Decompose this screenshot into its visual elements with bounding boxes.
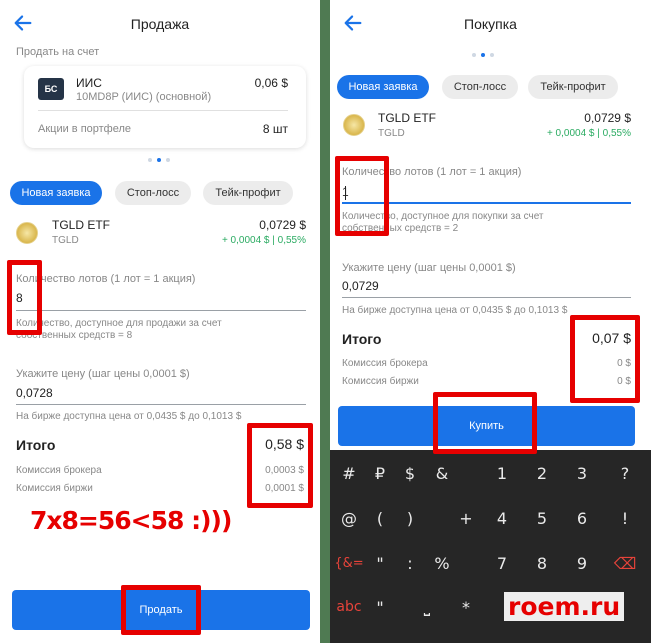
key[interactable]: $ bbox=[393, 458, 427, 488]
exchange-fee-label: Комиссия биржи bbox=[342, 376, 419, 387]
page-title: Покупка bbox=[464, 16, 517, 32]
highlight-lots bbox=[7, 260, 42, 335]
price-input[interactable]: 0,0729 bbox=[342, 279, 379, 293]
key[interactable]: # bbox=[332, 458, 366, 488]
price-input-underline bbox=[342, 297, 631, 298]
annotation-text: 7x8=56<58 :))) bbox=[30, 506, 232, 535]
instrument-price: 0,0729 $ bbox=[259, 218, 306, 232]
tab-new-order[interactable]: Новая заявка bbox=[337, 75, 429, 99]
exchange-range: На бирже доступна цена от 0,0435 $ до 0,… bbox=[16, 411, 242, 422]
pager-dot bbox=[148, 158, 152, 162]
tab-take-profit[interactable]: Тейк-профит bbox=[528, 75, 618, 99]
shares-value: 8 шт bbox=[262, 122, 288, 136]
highlight-total bbox=[570, 315, 640, 403]
key[interactable]: ) bbox=[393, 503, 427, 533]
total-label: Итого bbox=[342, 331, 382, 347]
key[interactable]: ? bbox=[608, 458, 642, 488]
pager-dot bbox=[490, 53, 494, 57]
account-badge: БС bbox=[38, 78, 64, 100]
tab-stop-loss[interactable]: Стоп-лосс bbox=[115, 181, 191, 205]
instrument-name: TGLD ETF bbox=[52, 218, 111, 232]
exchange-fee-label: Комиссия биржи bbox=[16, 483, 93, 494]
key[interactable]: 4 bbox=[485, 503, 519, 533]
key[interactable]: ( bbox=[363, 503, 397, 533]
key[interactable]: " bbox=[363, 592, 397, 622]
price-input-underline bbox=[16, 404, 306, 405]
backspace-key-icon[interactable]: ⌫ bbox=[608, 548, 642, 578]
lots-label: Количество лотов (1 лот = 1 акция) bbox=[16, 273, 196, 285]
change-percent: 0,55% bbox=[277, 235, 306, 246]
key[interactable]: % bbox=[425, 548, 459, 578]
exchange-range: На бирже доступна цена от 0,0435 $ до 0,… bbox=[342, 305, 568, 316]
price-input[interactable]: 0,0728 bbox=[16, 386, 53, 400]
tab-new-order[interactable]: Новая заявка bbox=[10, 181, 102, 205]
key[interactable]: & bbox=[425, 458, 459, 488]
shares-label: Акции в портфеле bbox=[38, 123, 132, 135]
page-title: Продажа bbox=[130, 16, 190, 32]
instrument-change: + 0,0004 $ | 0,55% bbox=[546, 128, 631, 139]
key[interactable]: " bbox=[363, 548, 397, 578]
broker-fee-label: Комиссия брокера bbox=[342, 358, 428, 369]
key[interactable]: @ bbox=[332, 503, 366, 533]
instrument-change: + 0,0004 $ | 0,55% bbox=[221, 235, 306, 246]
key[interactable]: : bbox=[393, 548, 427, 578]
key[interactable]: 6 bbox=[565, 503, 599, 533]
change-value: + 0,0004 $ bbox=[546, 128, 595, 139]
price-label: Укажите цену (шаг цены 0,0001 $) bbox=[342, 262, 516, 274]
highlight-sell-button bbox=[121, 585, 201, 635]
space-key-icon[interactable]: ⎵ bbox=[410, 592, 444, 622]
tgld-logo-icon bbox=[16, 222, 38, 244]
account-name: ИИС bbox=[76, 76, 102, 90]
key[interactable]: * bbox=[449, 592, 483, 622]
tgld-logo-icon bbox=[343, 114, 365, 136]
pager-dot bbox=[472, 53, 476, 57]
sell-to-account-label: Продать на счет bbox=[16, 46, 100, 58]
broker-fee-label: Комиссия брокера bbox=[16, 465, 102, 476]
lots-input-underline bbox=[16, 310, 306, 311]
key[interactable]: 1 bbox=[485, 458, 519, 488]
change-value: + 0,0004 $ bbox=[221, 235, 270, 246]
account-balance: 0,06 $ bbox=[254, 76, 288, 90]
sell-screen: Продажа Продать на счет БС ИИС 10MD8P (И… bbox=[0, 0, 320, 643]
instrument-name: TGLD ETF bbox=[378, 111, 437, 125]
pager-dots bbox=[148, 158, 170, 162]
change-percent: 0,55% bbox=[602, 128, 631, 139]
key[interactable]: ! bbox=[608, 503, 642, 533]
abc-key[interactable]: abc bbox=[332, 592, 366, 622]
sell-header: Продажа bbox=[0, 0, 320, 46]
key[interactable]: 8 bbox=[525, 548, 559, 578]
key[interactable]: 2 bbox=[525, 458, 559, 488]
key[interactable]: 5 bbox=[525, 503, 559, 533]
available-text: Количество, доступное для продажи за сче… bbox=[16, 318, 222, 329]
key[interactable]: 7 bbox=[485, 548, 519, 578]
highlight-total bbox=[247, 423, 313, 508]
key[interactable]: + bbox=[449, 503, 483, 533]
price-label: Укажите цену (шаг цены 0,0001 $) bbox=[16, 368, 190, 380]
instrument-price: 0,0729 $ bbox=[584, 111, 631, 125]
pager-dot bbox=[166, 158, 170, 162]
highlight-lots bbox=[335, 156, 389, 236]
tab-take-profit[interactable]: Тейк-профит bbox=[203, 181, 293, 205]
pager-dot-active bbox=[157, 158, 161, 162]
key[interactable]: 9 bbox=[565, 548, 599, 578]
account-card[interactable]: БС ИИС 10MD8P (ИИС) (основной) 0,06 $ Ак… bbox=[24, 66, 306, 148]
account-subtitle: 10MD8P (ИИС) (основной) bbox=[76, 91, 212, 103]
pager-dot-active bbox=[481, 53, 485, 57]
instrument-ticker: TGLD bbox=[52, 235, 79, 246]
tab-stop-loss[interactable]: Стоп-лосс bbox=[442, 75, 518, 99]
pager-dots bbox=[472, 53, 494, 57]
buy-screen: Покупка Новая заявка Стоп-лосс Тейк-проф… bbox=[330, 0, 651, 643]
total-label: Итого bbox=[16, 437, 56, 453]
key[interactable]: 3 bbox=[565, 458, 599, 488]
buy-header: Покупка bbox=[330, 0, 651, 46]
watermark: roem.ru bbox=[504, 592, 625, 621]
highlight-buy-button bbox=[433, 392, 537, 454]
key[interactable]: ₽ bbox=[363, 458, 397, 488]
symbols-key[interactable]: {&= bbox=[332, 548, 366, 578]
divider bbox=[38, 110, 288, 111]
instrument-ticker: TGLD bbox=[378, 128, 405, 139]
